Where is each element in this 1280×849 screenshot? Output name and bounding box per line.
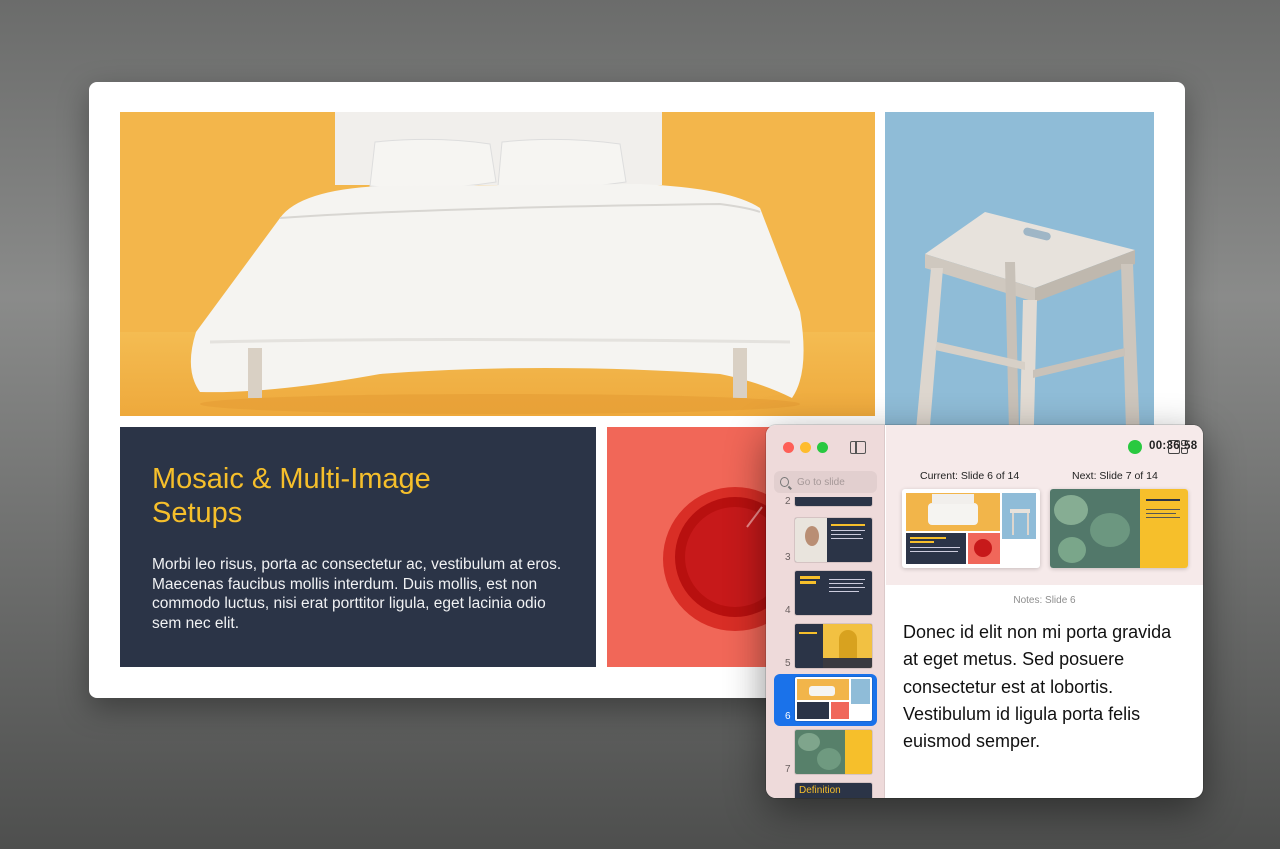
thumbnail-image [795,677,872,721]
thumbnail-number: 3 [785,552,791,563]
sidebar-toggle-icon[interactable] [850,441,866,454]
thumbnail-image [795,497,872,506]
thumbnail-number: 6 [785,711,791,722]
go-to-slide-search[interactable] [774,471,877,493]
bed-photo [120,112,875,416]
slide-thumbnail-6[interactable]: 6 [774,674,877,726]
slide-thumbnail-2[interactable]: 2 [774,497,877,511]
thumbnail-image [795,730,872,774]
slide-thumbnail-7[interactable]: 7 [774,727,877,779]
thumbnail-number: 7 [785,764,791,775]
thumbnail-number: 4 [785,605,791,616]
minimize-window-button[interactable] [800,442,811,453]
thumbnail-number: 5 [785,658,791,669]
slide-thumbnail-3[interactable]: 3 [774,515,877,567]
thumbnail-image [795,571,872,615]
slide-thumbnail-list[interactable]: 2 3 4 5 6 7 Definition [766,497,885,798]
slide-body-text: Morbi leo risus, porta ac consectetur ac… [152,556,562,632]
thumbnail-image [795,518,872,562]
layout-options-icon[interactable] [1168,440,1188,454]
slide-thumbnail-8[interactable]: Definition [774,780,877,798]
stool-photo [885,112,1154,462]
current-slide-preview[interactable] [902,489,1040,568]
slide-thumbnail-4[interactable]: 4 [774,568,877,620]
slide-text-block: Mosaic & Multi-Image Setups Morbi leo ri… [120,427,596,667]
thumbnail-number: 2 [785,497,791,507]
speaker-notes[interactable]: Donec id elit non mi porta gravida at eg… [903,619,1183,755]
slide-title: Mosaic & Multi-Image Setups [152,463,431,529]
current-slide-label: Current: Slide 6 of 14 [920,470,1020,482]
timer-status-icon[interactable] [1128,440,1142,454]
thumbnail-label: Definition [799,785,841,796]
close-window-button[interactable] [783,442,794,453]
notes-header: Notes: Slide 6 [1013,595,1076,606]
thumbnail-image: Definition [795,783,872,798]
next-slide-preview[interactable] [1050,489,1188,568]
go-to-slide-input[interactable] [797,476,877,488]
presenter-window: 2 3 [766,425,1203,798]
slide-navigator-sidebar: 2 3 [766,425,885,798]
window-controls [783,442,828,453]
slide-thumbnail-5[interactable]: 5 [774,621,877,673]
presenter-preview-area: 00:36:58 Current: Slide 6 of 14 Next: Sl… [886,425,1203,585]
thumbnail-image [795,624,872,668]
search-icon [780,477,789,487]
zoom-window-button[interactable] [817,442,828,453]
next-slide-label: Next: Slide 7 of 14 [1072,470,1158,482]
